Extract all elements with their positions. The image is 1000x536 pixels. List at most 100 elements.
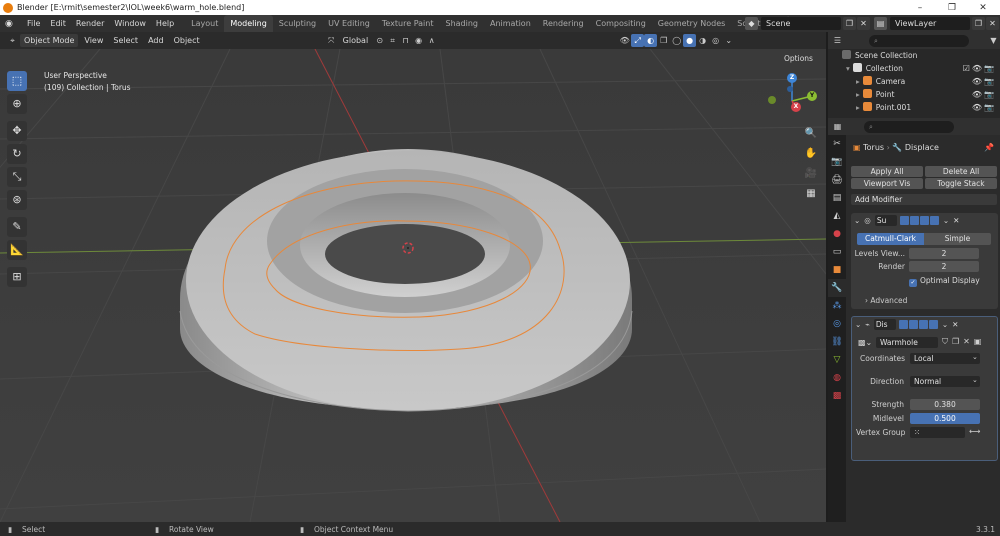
delete-all-button[interactable]: Delete All xyxy=(925,166,997,177)
tab-compositing[interactable]: Compositing xyxy=(590,15,652,32)
tab-sculpting[interactable]: Sculpting xyxy=(273,15,322,32)
tool-tab-icon[interactable]: ✂ xyxy=(828,135,846,153)
subdivision-visibility-icons[interactable] xyxy=(899,216,939,225)
menu-window[interactable]: Window xyxy=(109,15,151,32)
pin-icon[interactable]: 📌 xyxy=(984,143,994,152)
texture-tab-icon[interactable]: ▩ xyxy=(828,387,846,405)
constraints-tab-icon[interactable]: ⛓ xyxy=(828,333,846,351)
snap-icon[interactable]: ⌗ xyxy=(386,34,399,47)
output-tab-icon[interactable]: 🖨 xyxy=(828,171,846,189)
viewport-options-button[interactable]: Options xyxy=(779,52,818,65)
pan-view-icon[interactable]: ✋ xyxy=(802,145,820,163)
menu-add[interactable]: Add xyxy=(144,34,168,47)
simple-toggle[interactable]: Simple xyxy=(924,233,991,245)
camera-view-icon[interactable]: 🎥 xyxy=(802,165,820,183)
scene-selector[interactable]: Scene xyxy=(761,17,841,30)
cursor-tool-icon[interactable]: ⊕ xyxy=(7,94,27,114)
measure-tool-icon[interactable]: 📐 xyxy=(7,240,27,260)
menu-select[interactable]: Select xyxy=(109,34,142,47)
displace-visibility-icons[interactable] xyxy=(898,320,938,329)
close-window-button[interactable]: ✕ xyxy=(968,0,998,15)
advanced-subpanel[interactable]: › Advanced xyxy=(865,296,907,305)
transform-tool-icon[interactable]: ⊛ xyxy=(7,190,27,210)
add-modifier-button[interactable]: Add Modifier xyxy=(851,194,997,205)
mode-selector[interactable]: Object Mode xyxy=(20,34,79,47)
viewport-vis-button[interactable]: Viewport Vis xyxy=(851,178,923,189)
gizmo-toggle-icon[interactable]: ⤢ xyxy=(631,34,645,47)
delete-scene-icon[interactable]: ✕ xyxy=(857,17,870,30)
filter-icon[interactable]: ▼ xyxy=(987,34,1000,47)
xray-icon[interactable]: ❐ xyxy=(657,34,670,47)
falloff-icon[interactable]: ∧ xyxy=(425,34,438,47)
visibility-toggles-icon[interactable]: 👁📷 xyxy=(972,75,996,88)
editor-type-icon[interactable]: ⌖ xyxy=(6,34,19,47)
modifier-tab-icon[interactable]: 🔧 xyxy=(828,279,846,297)
outliner-row-point[interactable]: ▸ Point 👁📷 xyxy=(828,88,1000,101)
render-levels-field[interactable]: 2 xyxy=(909,261,979,272)
scale-tool-icon[interactable]: ⤡ xyxy=(7,167,27,187)
texture-actions-icons[interactable]: ⛉❐✕▣ xyxy=(942,337,985,347)
rotate-tool-icon[interactable]: ↻ xyxy=(7,144,27,164)
outliner-row-scene-collection[interactable]: Scene Collection xyxy=(828,49,1000,62)
collapse-arrow-icon[interactable]: ⌄ xyxy=(855,320,861,329)
tab-modeling[interactable]: Modeling xyxy=(224,15,273,32)
tab-uv-editing[interactable]: UV Editing xyxy=(322,15,376,32)
orientation-icon[interactable]: ⤧ xyxy=(325,34,338,47)
menu-object[interactable]: Object xyxy=(170,34,204,47)
visibility-toggles-icon[interactable]: 👁📷 xyxy=(972,101,996,114)
expand-arrow-icon[interactable]: ▸ xyxy=(856,77,860,86)
visibility-toggles-icon[interactable]: 👁📷 xyxy=(972,88,996,101)
tab-texture-paint[interactable]: Texture Paint xyxy=(376,15,440,32)
properties-search-input[interactable]: ⌕ xyxy=(864,120,954,133)
menu-edit[interactable]: Edit xyxy=(45,15,71,32)
scene-browse-icon[interactable]: ◆ xyxy=(745,17,758,30)
menu-file[interactable]: File xyxy=(22,15,45,32)
particles-tab-icon[interactable]: ⁂ xyxy=(828,297,846,315)
tab-layout[interactable]: Layout xyxy=(185,15,224,32)
viewlayer-browse-icon[interactable]: ▤ xyxy=(874,17,887,30)
outliner-editor-icon[interactable]: ☰ xyxy=(831,34,844,47)
world-tab-icon[interactable]: ● xyxy=(828,225,846,243)
new-viewlayer-icon[interactable]: ❐ xyxy=(972,17,985,30)
outliner-search-input[interactable]: ⌕ xyxy=(869,34,969,47)
proportional-edit-icon[interactable]: ◉ xyxy=(412,34,425,47)
perspective-toggle-icon[interactable]: ▦ xyxy=(802,185,820,203)
dropdown-icon[interactable]: ⌄ xyxy=(943,216,949,225)
gizmo-z-axis[interactable]: Z xyxy=(787,73,797,83)
menu-render[interactable]: Render xyxy=(71,15,109,32)
subdivision-name-field[interactable]: Su xyxy=(874,215,897,226)
collapse-arrow-icon[interactable]: ⌄ xyxy=(854,216,860,225)
maximize-button[interactable]: ❐ xyxy=(937,0,967,15)
shading-options-icon[interactable]: ⌄ xyxy=(722,34,735,47)
direction-dropdown[interactable]: Normal xyxy=(910,376,980,387)
texture-browse-icon[interactable]: ▩⌄ xyxy=(858,338,872,347)
catmull-clark-toggle[interactable]: Catmull-Clark xyxy=(857,233,924,245)
rendered-shading-icon[interactable]: ◎ xyxy=(709,34,722,47)
zoom-view-icon[interactable]: 🔍 xyxy=(802,125,820,143)
optimal-display-checkbox[interactable]: ✓ Optimal Display xyxy=(909,276,980,287)
outliner-row-collection[interactable]: ▾ Collection ☑👁📷 xyxy=(828,62,1000,75)
select-box-tool-icon[interactable]: ⬚ xyxy=(7,71,27,91)
tab-animation[interactable]: Animation xyxy=(484,15,537,32)
gizmo-x-axis[interactable]: X xyxy=(791,102,801,112)
collection-tab-icon[interactable]: ▭ xyxy=(828,243,846,261)
snap-target-icon[interactable]: ⊓ xyxy=(399,34,412,47)
data-tab-icon[interactable]: ▽ xyxy=(828,351,846,369)
view-layer-tab-icon[interactable]: ▤ xyxy=(828,189,846,207)
displace-name-field[interactable]: Dis xyxy=(873,319,896,330)
midlevel-field[interactable]: 0.500 xyxy=(910,413,980,424)
tab-shading[interactable]: Shading xyxy=(439,15,484,32)
expand-arrow-icon[interactable]: ▾ xyxy=(846,64,850,73)
properties-editor-icon[interactable]: ▦ xyxy=(831,120,844,133)
tab-geometry-nodes[interactable]: Geometry Nodes xyxy=(652,15,731,32)
gizmo-y-axis[interactable]: Y xyxy=(807,91,817,101)
delete-viewlayer-icon[interactable]: ✕ xyxy=(986,17,999,30)
visibility-icon[interactable]: 👁 xyxy=(618,34,631,47)
outliner-row-point-001[interactable]: ▸ Point.001 👁📷 xyxy=(828,101,1000,114)
remove-modifier-icon[interactable]: ✕ xyxy=(952,320,958,329)
new-scene-icon[interactable]: ❐ xyxy=(843,17,856,30)
wireframe-shading-icon[interactable]: ◯ xyxy=(670,34,683,47)
strength-field[interactable]: 0.380 xyxy=(910,399,980,410)
annotate-tool-icon[interactable]: ✎ xyxy=(7,217,27,237)
move-tool-icon[interactable]: ✥ xyxy=(7,121,27,141)
